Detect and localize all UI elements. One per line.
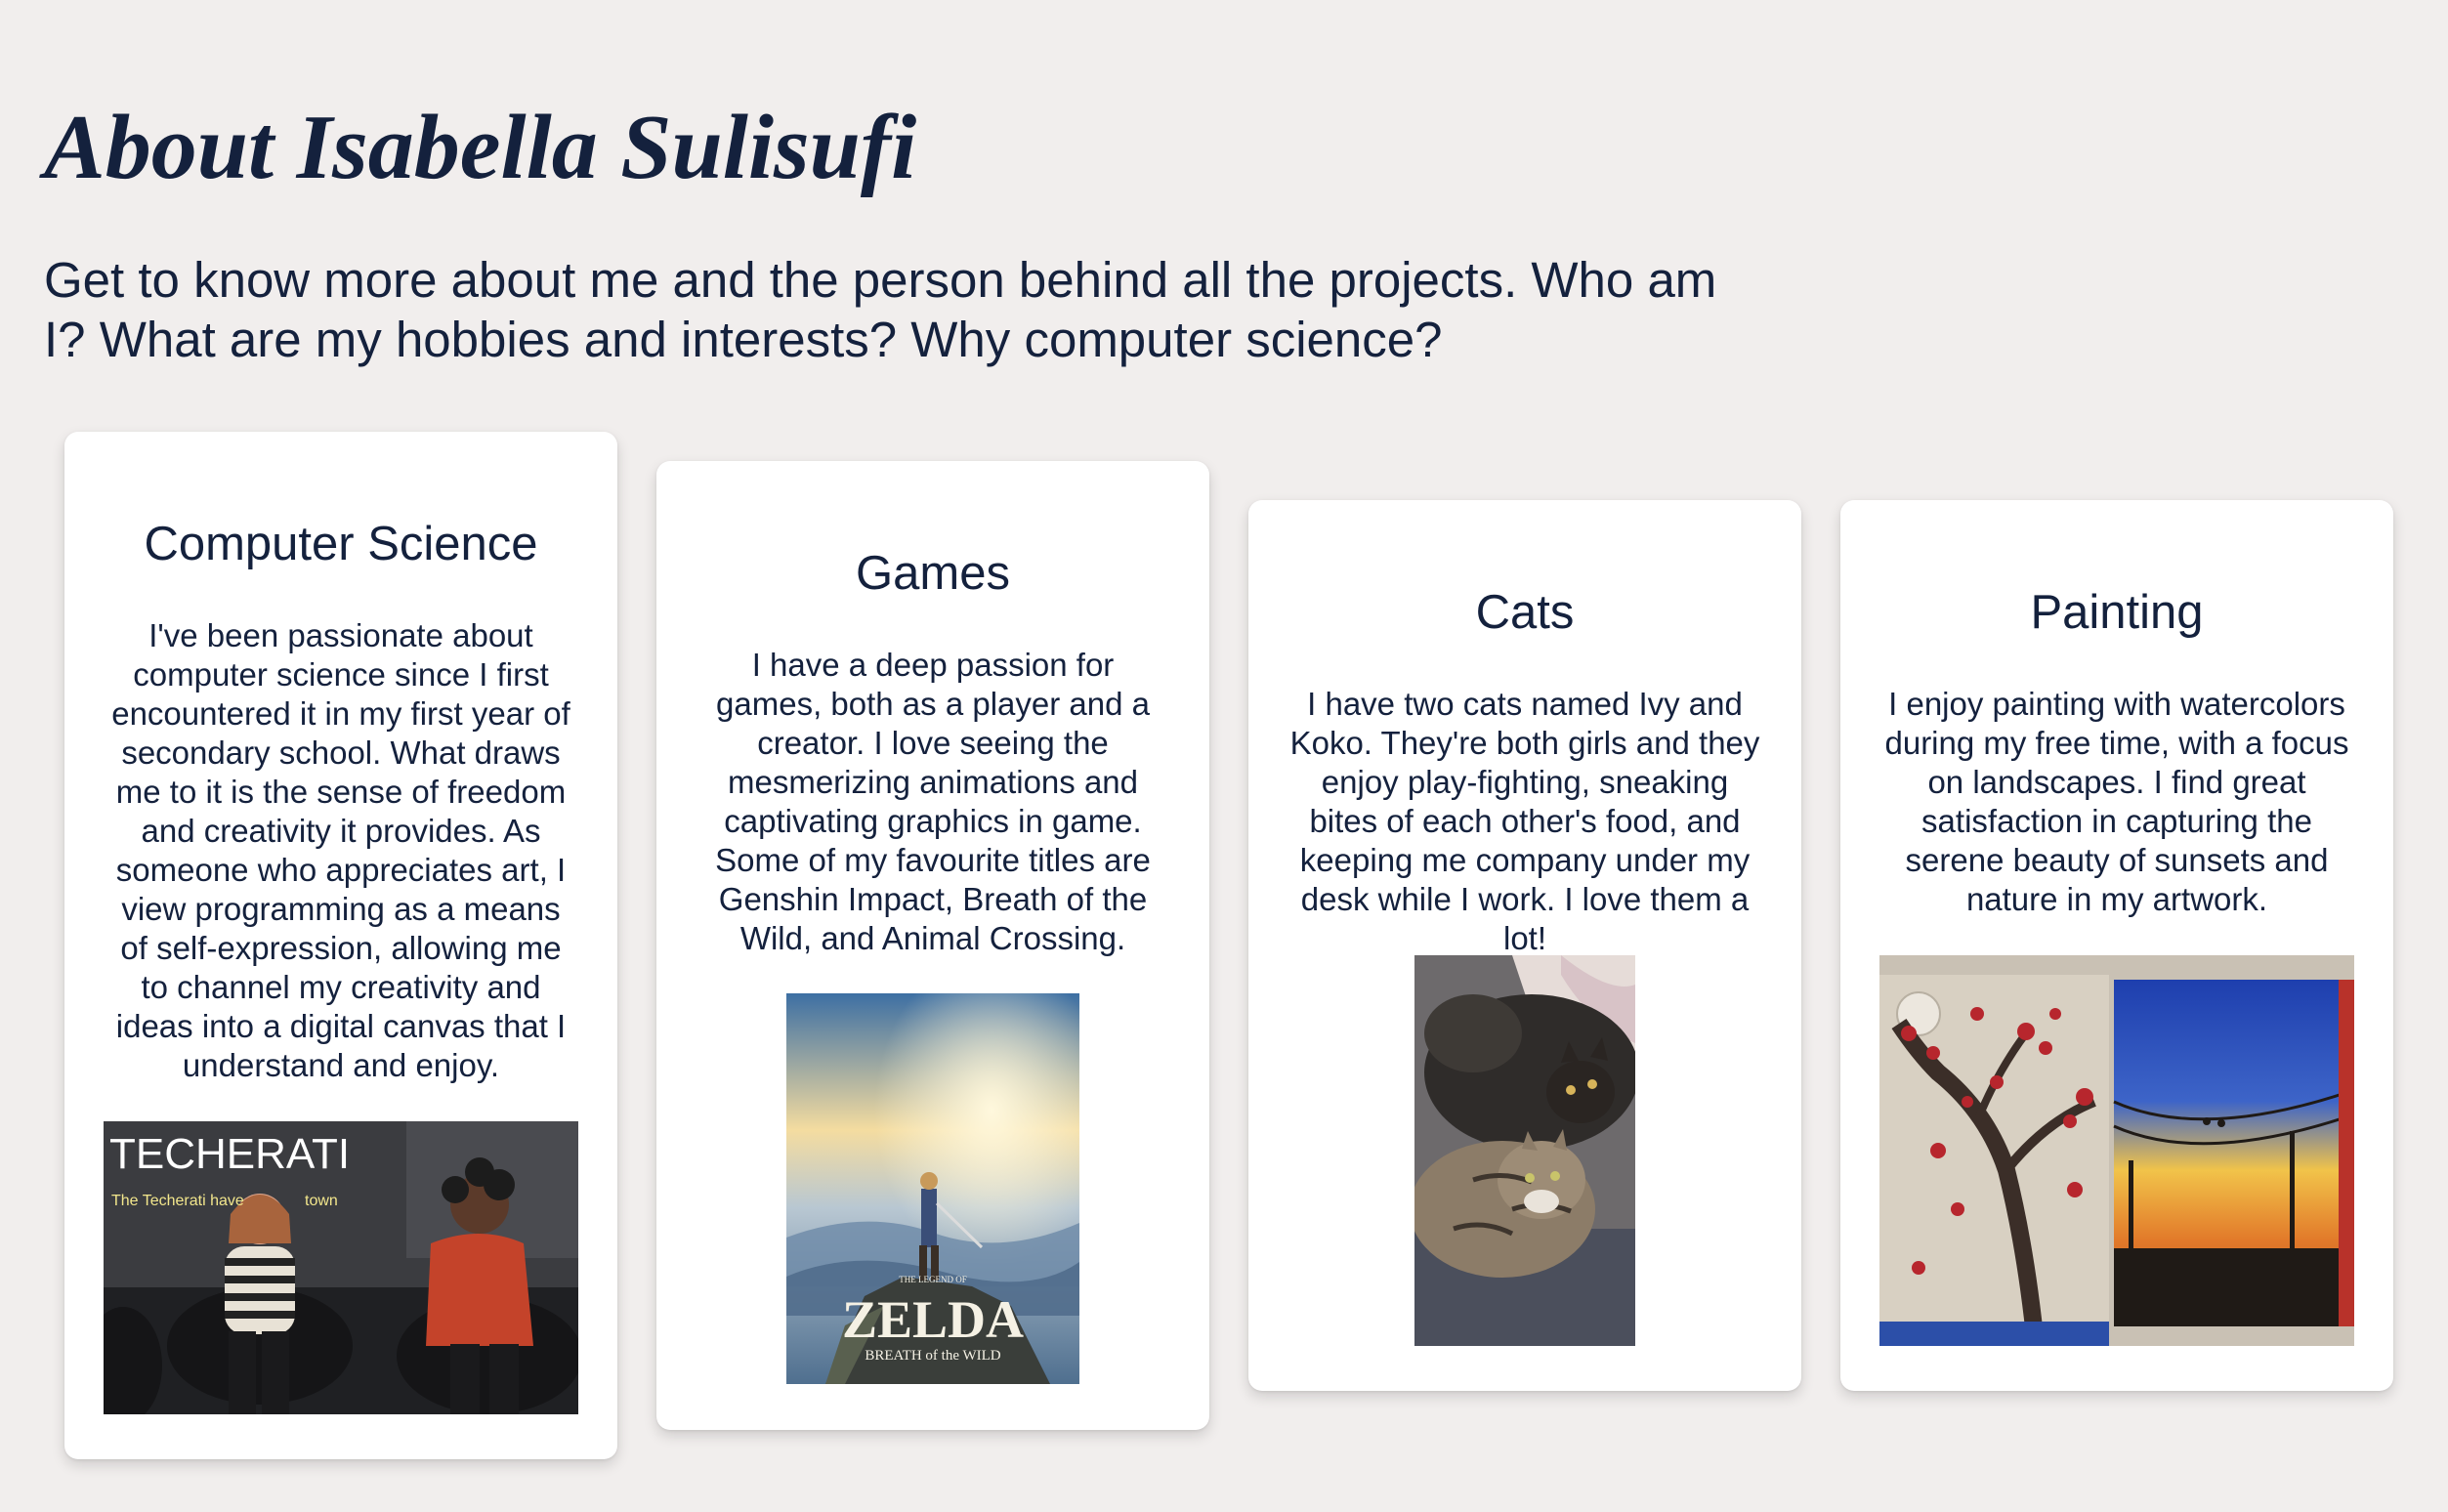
techerati-caption-end: town	[305, 1193, 338, 1209]
watercolor-paintings-image	[1879, 955, 2354, 1346]
card-title: Cats	[1475, 586, 1575, 639]
card-cats: Cats I have two cats named Ivy and Koko.…	[1248, 500, 1801, 1391]
zelda-subtitle: BREATH of the WILD	[865, 1348, 1000, 1364]
card-painting: Painting I enjoy painting with watercolo…	[1840, 500, 2393, 1391]
card-games: Games I have a deep passion for games, b…	[656, 461, 1209, 1430]
zelda-poster-image: THE LEGEND OF ZELDA BREATH of the WILD	[786, 993, 1079, 1384]
cats-photo-image	[1414, 955, 1635, 1346]
zelda-small-text: THE LEGEND OF	[899, 1275, 967, 1284]
card-text: I have a deep passion for games, both as…	[715, 646, 1151, 956]
techerati-interview-image: TECHERATI The Techerati have town	[104, 1121, 578, 1414]
techerati-caption: The Techerati have	[111, 1193, 244, 1209]
zelda-logo: ZELDA	[842, 1290, 1024, 1349]
techerati-logo: TECHERATI	[109, 1130, 350, 1178]
page-intro: Get to know more about me and the person…	[44, 252, 1717, 367]
card-text: I enjoy painting with watercolors during…	[1884, 685, 2349, 917]
card-text: I have two cats named Ivy and Koko. They…	[1289, 685, 1760, 956]
card-title: Games	[856, 547, 1010, 600]
card-title: Computer Science	[144, 518, 538, 570]
card-text: I've been passionate about computer scie…	[111, 616, 570, 1083]
page-title: About Isabella Sulisufi	[44, 97, 917, 198]
card-computer-science: Computer Science I've been passionate ab…	[64, 432, 617, 1459]
card-title: Painting	[2030, 586, 2204, 639]
